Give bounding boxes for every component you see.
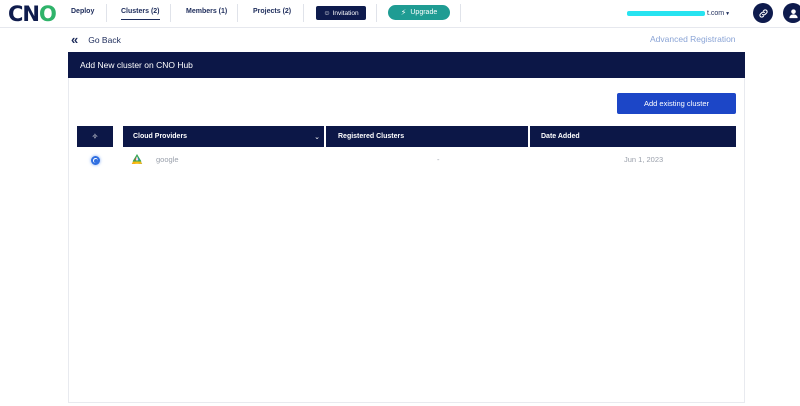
radio-dot xyxy=(93,158,98,163)
nav-divider xyxy=(303,4,304,22)
table-header-registered-clusters: Registered Clusters xyxy=(326,126,528,147)
go-back-link[interactable]: « Go Back xyxy=(71,33,121,46)
chevron-down-icon: ⌄ xyxy=(314,133,320,141)
upgrade-button[interactable]: ⚡ Upgrade xyxy=(388,5,450,20)
invitation-button[interactable]: ☺ Invitation xyxy=(316,6,366,20)
table-header-select: ✧ xyxy=(77,126,113,147)
account-email-dropdown[interactable]: t.com ▼ xyxy=(627,8,739,19)
email-suffix: t.com xyxy=(707,10,725,17)
row-select-radio[interactable] xyxy=(91,156,100,165)
add-existing-cluster-button[interactable]: Add existing cluster xyxy=(617,93,736,114)
link-icon xyxy=(758,8,768,18)
table-header-cloud-providers[interactable]: Cloud Providers ⌄ xyxy=(123,126,324,147)
column-header: Date Added xyxy=(541,133,580,140)
date-added-value: Jun 1, 2023 xyxy=(624,155,664,164)
profile-button[interactable] xyxy=(783,3,800,23)
nav-divider xyxy=(460,4,461,22)
nav-members[interactable]: Members (1) xyxy=(186,8,227,15)
column-header: Registered Clusters xyxy=(338,133,405,140)
lightning-icon: ⚡ xyxy=(400,8,407,17)
column-header: Cloud Providers xyxy=(133,133,188,140)
nav-projects[interactable]: Projects (2) xyxy=(253,8,291,15)
user-icon xyxy=(788,8,798,18)
invitation-label: Invitation xyxy=(332,9,359,17)
registered-clusters-value: - xyxy=(437,155,440,164)
top-bar: CNO Deploy Clusters (2) Members (1) Proj… xyxy=(0,0,800,28)
double-chevron-left-icon: « xyxy=(71,32,79,47)
nav-deploy[interactable]: Deploy xyxy=(71,8,94,15)
advanced-registration-link[interactable]: Advanced Registration xyxy=(650,34,736,44)
user-add-icon: ☺ xyxy=(323,9,331,17)
provider-name: google xyxy=(156,155,179,164)
redacted-email xyxy=(627,11,705,16)
nav-divider xyxy=(237,4,238,22)
table-row[interactable]: google xyxy=(130,154,179,165)
nav-clusters[interactable]: Clusters (2) xyxy=(121,8,160,20)
go-back-label: Go Back xyxy=(88,34,121,45)
table-header-date-added: Date Added xyxy=(530,126,736,147)
google-cloud-icon xyxy=(131,154,143,164)
nav-divider xyxy=(170,4,171,22)
panel-title: Add New cluster on CNO Hub xyxy=(80,60,193,70)
nav-divider xyxy=(106,4,107,22)
nav-divider xyxy=(376,4,377,22)
upgrade-label: Upgrade xyxy=(410,9,438,16)
crosshair-icon: ✧ xyxy=(91,132,99,141)
panel-header: Add New cluster on CNO Hub xyxy=(68,52,745,78)
link-button[interactable] xyxy=(753,3,773,23)
cno-logo[interactable]: CNO xyxy=(8,2,57,26)
caret-down-icon: ▼ xyxy=(725,10,731,17)
